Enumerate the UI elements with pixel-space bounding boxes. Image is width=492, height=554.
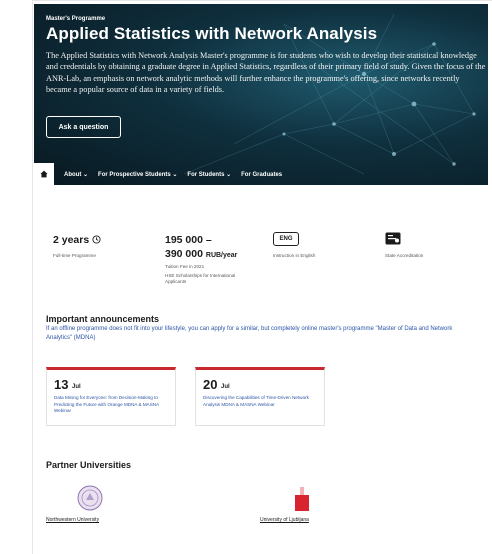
event-title: Discovering the Capabilities of Time-Dri… [203,395,309,407]
partners-title: Partner Universities [46,460,132,470]
clock-icon [92,235,101,244]
fee-value-line1: 195 000 – [165,234,212,246]
duration-value: 2 years [53,234,101,246]
nav-graduates[interactable]: For Graduates [241,172,282,178]
announcements-title: Important announcements [46,314,160,324]
programme-type-label: Master's Programme [46,16,106,22]
duration-caption: Full-time Programme [53,253,96,258]
accreditation-caption: State Accreditation [385,253,424,258]
programme-description: The Applied Statistics with Network Anal… [46,51,486,95]
fee-caption: Tuition Fee in 2021 [165,264,205,269]
page-title: Applied Statistics with Network Analysis [46,24,378,43]
language-caption: Instruction in English [273,253,316,258]
home-icon [40,170,48,178]
scholarship-link[interactable]: HSE Scholarships for International Appli… [165,273,245,286]
nav-prospective-students[interactable]: For Prospective Students ⌄ [98,171,177,178]
fee-value-line2: 390 000 RUB/year [165,248,238,260]
accreditation-icon [385,232,401,245]
hero-banner: Master's Programme Applied Statistics wi… [34,4,488,185]
nav-home-tab[interactable] [34,163,54,185]
programme-nav: About ⌄ For Prospective Students ⌄ For S… [34,161,282,185]
fee-unit: RUB/year [205,252,238,259]
partner-northwestern[interactable]: Northwestern University [46,517,99,523]
northwestern-seal-logo[interactable] [77,485,103,511]
event-title: Data Mining for Everyone: from Decision-… [54,395,159,414]
language-badge: ENG [273,232,299,246]
event-card-2[interactable]: 20 Jul Discovering the Capabilities of T… [195,367,325,426]
event-day: 20 [203,377,218,392]
online-programme-link[interactable]: If an offline programme does not fit int… [46,325,476,343]
partner-ljubljana[interactable]: University of Ljubljana [260,517,309,523]
nav-about[interactable]: About ⌄ [64,171,88,178]
ask-question-button[interactable]: Ask a question [46,116,121,138]
event-day: 13 [54,377,69,392]
page: Master's Programme Applied Statistics wi… [0,0,492,554]
event-card-1[interactable]: 13 Jul Data Mining for Everyone: from De… [46,367,176,426]
nav-students[interactable]: For Students ⌄ [187,171,231,178]
event-month: Jul [221,384,230,390]
ljubljana-logo[interactable] [295,487,309,511]
event-month: Jul [72,384,81,390]
